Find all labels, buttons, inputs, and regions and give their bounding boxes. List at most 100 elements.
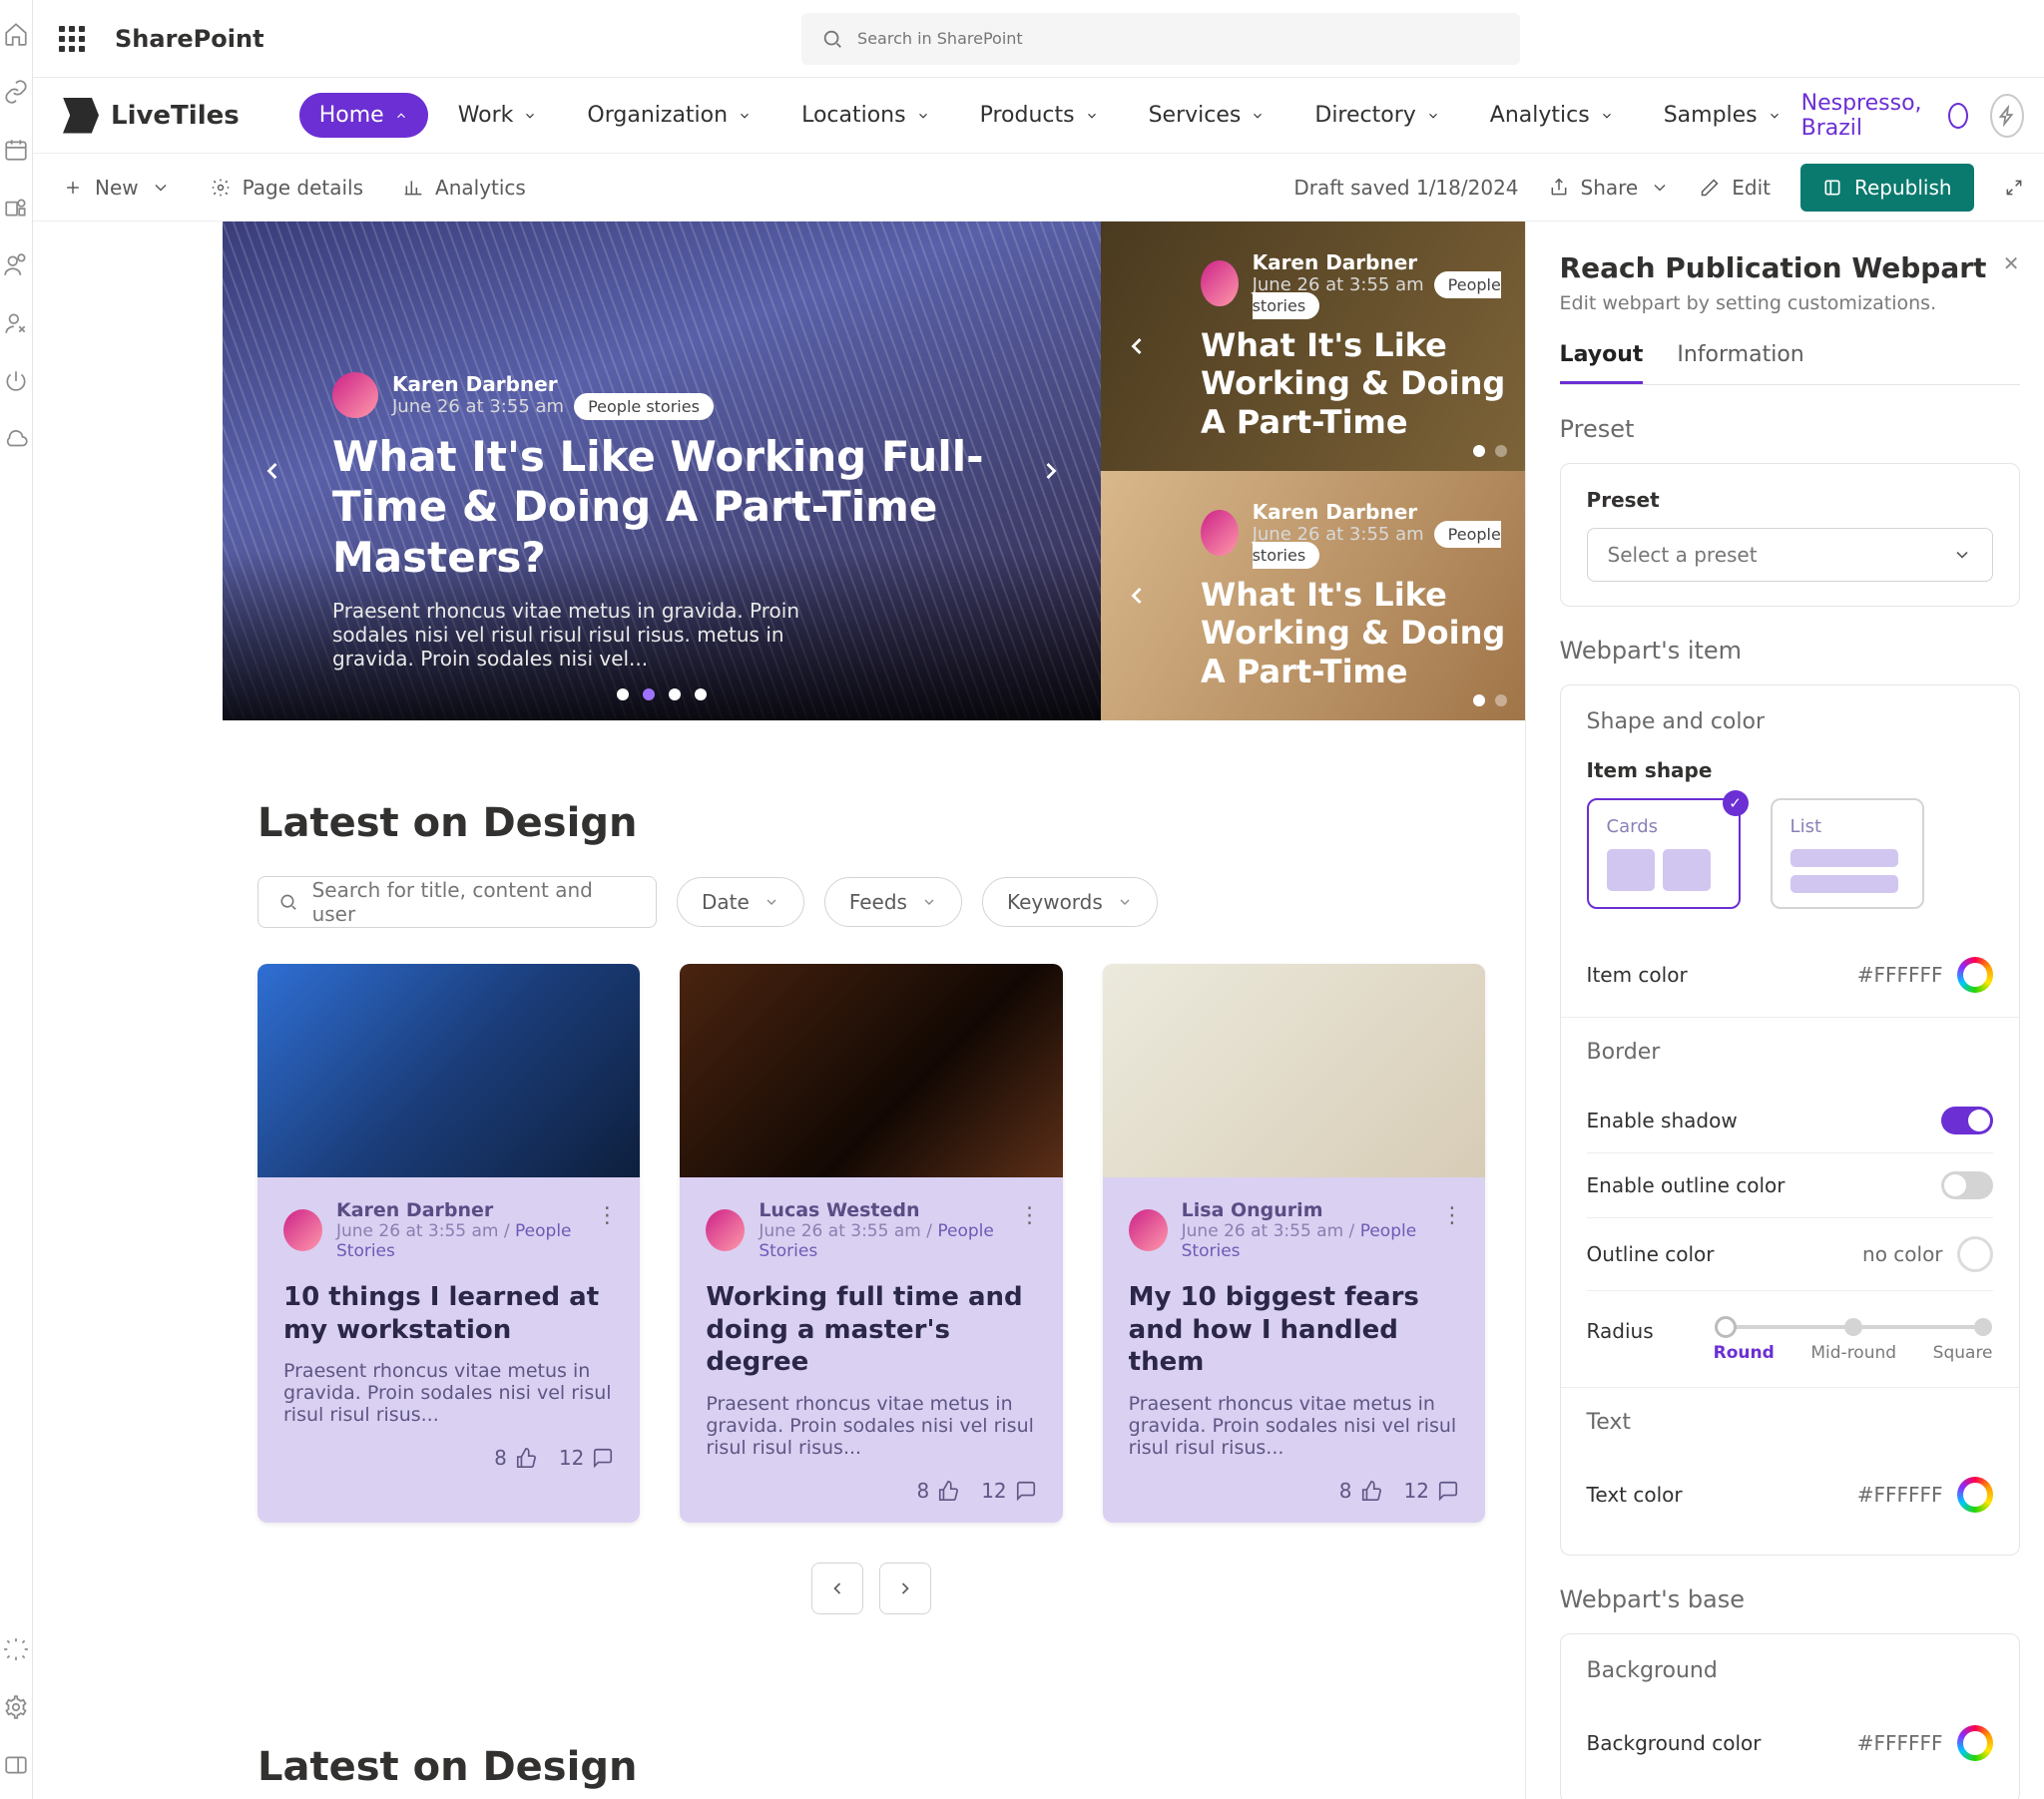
hero-side-prev-button[interactable] [1117, 576, 1157, 616]
filter-keywords[interactable]: Keywords [982, 877, 1158, 927]
nav-item-directory[interactable]: Directory [1294, 93, 1459, 138]
nav-item-home[interactable]: Home [299, 93, 428, 138]
rail-people-icon[interactable] [0, 249, 32, 281]
help-button[interactable] [1990, 94, 2024, 138]
new-button[interactable]: New [63, 176, 171, 200]
section-title: Latest on Design [257, 1744, 1485, 1790]
republish-button[interactable]: Republish [1800, 164, 1974, 212]
enable-shadow-toggle[interactable] [1941, 1107, 1993, 1134]
nav-item-locations[interactable]: Locations [781, 93, 950, 138]
rail-tool-icon[interactable] [0, 1633, 32, 1665]
nav-item-services[interactable]: Services [1129, 93, 1285, 138]
text-color-label: Text color [1587, 1483, 1683, 1507]
shape-option-list[interactable]: List [1771, 798, 1924, 909]
pager-prev-button[interactable] [811, 1563, 863, 1614]
rail-power-icon[interactable] [0, 365, 32, 397]
analytics-button[interactable]: Analytics [403, 176, 526, 200]
card-description: Praesent rhoncus vitae metus in gravida.… [1129, 1393, 1459, 1459]
avatar [1129, 1209, 1168, 1251]
check-icon: ✓ [1723, 790, 1749, 816]
group-preset: Preset [1560, 415, 2020, 443]
hero-side-prev-button[interactable] [1117, 326, 1157, 366]
page-details-button[interactable]: Page details [211, 176, 363, 200]
color-picker-icon[interactable] [1957, 1477, 1993, 1513]
edit-button[interactable]: Edit [1700, 176, 1771, 200]
close-icon[interactable]: ✕ [2003, 251, 2020, 275]
section-search-input[interactable]: Search for title, content and user [257, 876, 657, 928]
hero-side-slide[interactable]: Karen DarbnerJune 26 at 3:55 amPeople st… [1101, 222, 1525, 471]
comments-count[interactable]: 12 [1404, 1479, 1459, 1503]
chevron-down-icon [921, 894, 937, 910]
card-title: 10 things I learned at my workstation [283, 1281, 614, 1346]
rail-person-edit-icon[interactable] [0, 307, 32, 339]
app-launcher-icon[interactable] [59, 26, 85, 52]
filter-date[interactable]: Date [677, 877, 804, 927]
avatar [1201, 260, 1239, 306]
enable-outline-toggle[interactable] [1941, 1171, 1993, 1199]
card-more-icon[interactable]: ⋮ [1441, 1203, 1463, 1228]
article-card[interactable]: Karen DarbnerJune 26 at 3:55 am / People… [257, 964, 640, 1523]
hero-prev-button[interactable] [253, 451, 292, 491]
chevron-down-icon [764, 894, 779, 910]
comments-count[interactable]: 12 [559, 1446, 614, 1470]
share-button[interactable]: Share [1549, 176, 1671, 200]
article-card[interactable]: Lucas WestednJune 26 at 3:55 am / People… [680, 964, 1062, 1523]
chevron-down-icon [151, 178, 171, 198]
nav-item-analytics[interactable]: Analytics [1470, 93, 1634, 138]
rail-panel-icon[interactable] [0, 1749, 32, 1781]
rail-cloud-icon[interactable] [0, 423, 32, 455]
card-more-icon[interactable]: ⋮ [596, 1203, 618, 1228]
command-bar: New Page details Analytics Draft saved 1… [33, 154, 2044, 222]
nav-item-work[interactable]: Work [438, 93, 558, 138]
chevron-down-icon [1600, 109, 1614, 123]
rail-teams-icon[interactable] [0, 192, 32, 224]
card-more-icon[interactable]: ⋮ [1019, 1203, 1041, 1228]
rail-calendar-icon[interactable] [0, 134, 32, 166]
nav-item-products[interactable]: Products [960, 93, 1119, 138]
hero-main-slide[interactable]: Karen Darbner June 26 at 3:55 amPeople s… [223, 222, 1101, 720]
radius-label: Radius [1587, 1309, 1654, 1343]
likes-count[interactable]: 8 [916, 1479, 959, 1503]
tab-information[interactable]: Information [1677, 342, 1803, 384]
likes-count[interactable]: 8 [494, 1446, 537, 1470]
avatar [283, 1209, 322, 1251]
rail-gear-icon[interactable] [0, 1691, 32, 1723]
app-rail [0, 0, 33, 1799]
pager [257, 1563, 1485, 1614]
card-image [680, 964, 1062, 1177]
chevron-down-icon [523, 109, 537, 123]
search-input[interactable]: Search in SharePoint [801, 13, 1520, 65]
tab-layout[interactable]: Layout [1560, 342, 1644, 384]
filter-feeds[interactable]: Feeds [824, 877, 962, 927]
carousel-dots[interactable] [617, 688, 707, 700]
color-picker-icon[interactable] [1957, 957, 1993, 993]
expand-button[interactable] [2004, 178, 2024, 198]
pager-next-button[interactable] [879, 1563, 931, 1614]
rail-home-icon[interactable] [0, 18, 32, 50]
properties-panel: Reach Publication Webpart ✕ Edit webpart… [1525, 222, 2044, 1799]
brand[interactable]: LiveTiles [63, 98, 240, 134]
color-picker-icon[interactable] [1957, 1725, 1993, 1761]
topbar: SharePoint Search in SharePoint [33, 0, 2044, 78]
panel-subtitle: Edit webpart by setting customizations. [1560, 292, 2020, 314]
color-picker-icon[interactable] [1957, 1236, 1993, 1272]
hero-next-button[interactable] [1031, 451, 1071, 491]
preset-select[interactable]: Select a preset [1587, 528, 1993, 582]
radius-slider[interactable] [1724, 1325, 1983, 1329]
chevron-down-icon [1085, 109, 1099, 123]
section-latest-design-2: Latest on Design Search for title, conte… [223, 1704, 1520, 1799]
comments-count[interactable]: 12 [981, 1479, 1036, 1503]
likes-count[interactable]: 8 [1339, 1479, 1382, 1503]
locale-switcher[interactable]: Nespresso, Brazil [1801, 91, 1968, 141]
panel-title: Reach Publication Webpart [1560, 251, 1987, 284]
rail-link-icon[interactable] [0, 76, 32, 108]
hero-side-slide[interactable]: Karen DarbnerJune 26 at 3:55 amPeople st… [1101, 471, 1525, 720]
avatar [706, 1209, 745, 1251]
nav-item-samples[interactable]: Samples [1644, 93, 1801, 138]
site-navbar: LiveTiles HomeWorkOrganizationLocationsP… [33, 78, 2044, 154]
shape-color-heading: Shape and color [1587, 709, 1993, 734]
chevron-down-icon [916, 109, 930, 123]
article-card[interactable]: Lisa OngurimJune 26 at 3:55 am / People … [1103, 964, 1485, 1523]
shape-option-cards[interactable]: ✓ Cards [1587, 798, 1741, 909]
nav-item-organization[interactable]: Organization [567, 93, 771, 138]
